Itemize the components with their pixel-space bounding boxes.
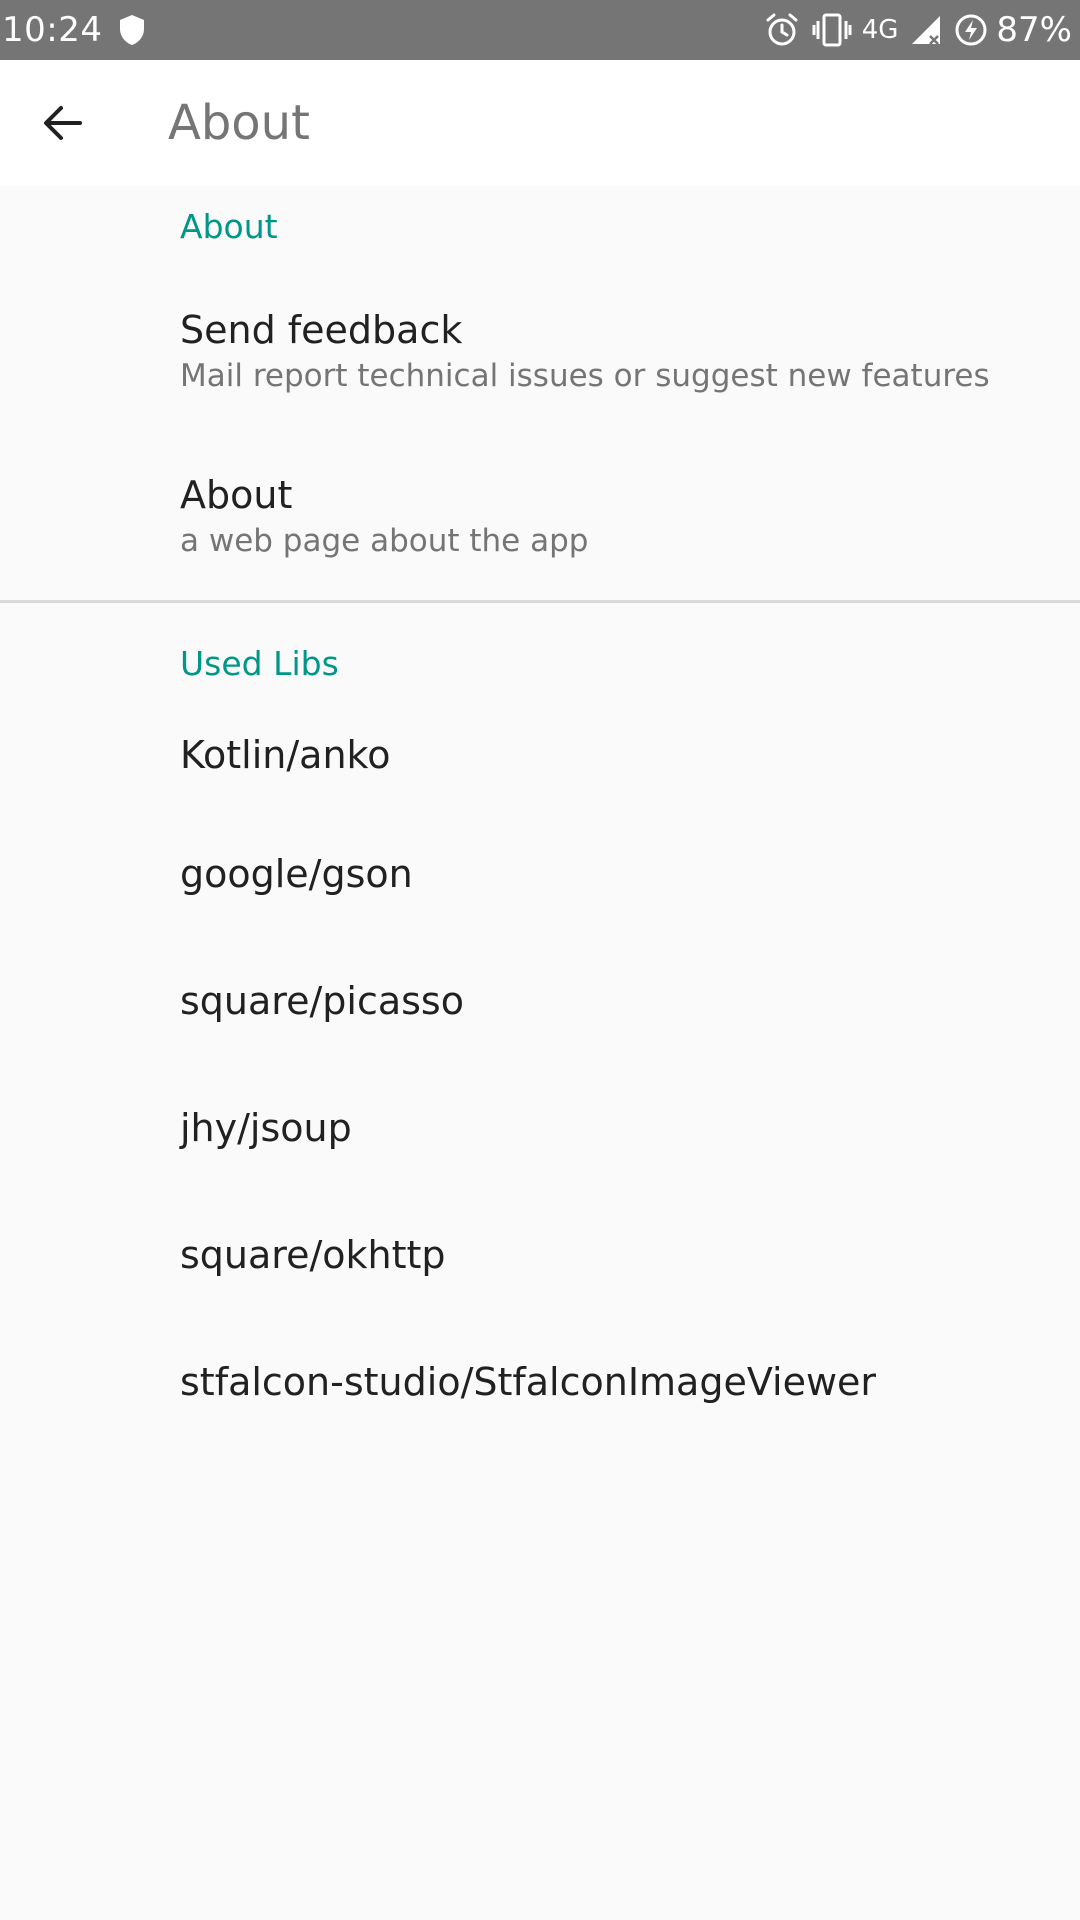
lib-item-square-okhttp[interactable]: square/okhttp [0,1191,1080,1318]
about-page-item[interactable]: About a web page about the app [0,431,1080,600]
signal-icon [910,14,942,46]
lib-item-kotlin-anko[interactable]: Kotlin/anko [0,683,1080,810]
page-title: About [168,95,310,151]
lib-title: google/gson [180,851,413,896]
battery-percentage: 87% [996,10,1072,50]
network-type-label: 4G [861,15,899,45]
lib-item-square-picasso[interactable]: square/picasso [0,937,1080,1064]
app-bar: About [0,60,1080,186]
category-header-about: About [180,206,278,246]
lib-title: stfalcon-studio/StfalconImageViewer [180,1359,877,1404]
lib-item-stfalcon-image-viewer[interactable]: stfalcon-studio/StfalconImageViewer [0,1318,1080,1445]
category-header-used-libs: Used Libs [180,644,339,683]
send-feedback-title: Send feedback [180,307,463,352]
lib-item-google-gson[interactable]: google/gson [0,810,1080,937]
about-page-summary: a web page about the app [180,522,589,559]
preferences-list: About Send feedback Mail report technica… [0,186,1080,1445]
vibrate-icon [812,13,852,47]
lib-title: square/okhttp [180,1232,446,1277]
back-button[interactable] [0,60,126,186]
status-left: 10:24 [2,0,146,60]
battery-charging-icon [954,13,988,47]
shield-icon [118,14,146,46]
about-page-title: About [180,472,293,517]
alarm-icon [764,12,800,48]
status-bar: 10:24 4G 87% [0,0,1080,60]
lib-title: square/picasso [180,978,464,1023]
category-used-libs-container: Used Libs [0,603,1080,683]
lib-title: Kotlin/anko [180,732,391,777]
arrow-back-icon [42,102,84,144]
send-feedback-summary: Mail report technical issues or suggest … [180,357,990,394]
lib-title: jhy/jsoup [180,1105,352,1150]
status-right: 4G 87% [752,0,1072,60]
status-time: 10:24 [2,10,103,50]
send-feedback-item[interactable]: Send feedback Mail report technical issu… [0,266,1080,435]
lib-item-jhy-jsoup[interactable]: jhy/jsoup [0,1064,1080,1191]
category-about-container: About [0,186,1080,266]
